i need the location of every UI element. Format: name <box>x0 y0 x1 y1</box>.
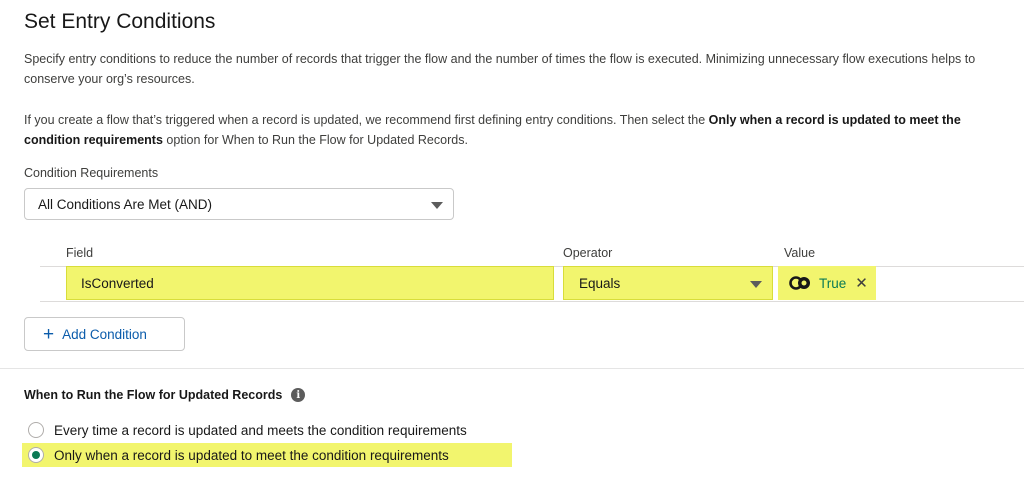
operator-select[interactable]: Equals <box>563 266 773 300</box>
info-icon[interactable]: i <box>291 388 306 402</box>
radio-button[interactable] <box>28 422 44 438</box>
close-icon[interactable]: ✕ <box>855 274 868 292</box>
recommendation-paragraph: If you create a flow that’s triggered wh… <box>24 110 1009 150</box>
condition-requirements-select[interactable]: All Conditions Are Met (AND) <box>24 188 454 220</box>
value-text: True <box>819 275 847 291</box>
when-to-run-label: When to Run the Flow for Updated Records <box>24 388 283 402</box>
operator-column-header: Operator <box>563 246 613 260</box>
field-column-header: Field <box>66 246 94 260</box>
field-input[interactable]: IsConverted <box>66 266 554 300</box>
radio-button-selected[interactable] <box>28 447 44 463</box>
radio-option-label: Every time a record is updated and meets… <box>54 422 467 438</box>
field-value: IsConverted <box>81 275 154 291</box>
operator-value: Equals <box>579 275 621 291</box>
chevron-down-icon <box>750 281 762 288</box>
divider <box>0 368 1024 369</box>
description-paragraph: Specify entry conditions to reduce the n… <box>24 52 976 86</box>
radio-option-label: Only when a record is updated to meet th… <box>54 447 449 463</box>
condition-requirements-value: All Conditions Are Met (AND) <box>38 196 213 212</box>
chevron-down-icon <box>431 202 443 209</box>
radio-dot-icon <box>32 451 40 459</box>
value-pill[interactable]: True ✕ <box>778 266 876 300</box>
condition-requirements-label: Condition Requirements <box>24 166 159 180</box>
plus-icon: + <box>43 323 55 345</box>
radio-option-every-time[interactable]: Every time a record is updated and meets… <box>24 419 467 441</box>
add-condition-button[interactable]: + Add Condition <box>24 317 185 351</box>
recommendation-text-end: option for When to Run the Flow for Upda… <box>162 133 468 147</box>
when-to-run-section-label: When to Run the Flow for Updated Records… <box>24 388 306 402</box>
add-condition-label: Add Condition <box>62 326 147 342</box>
value-column-header: Value <box>784 246 816 260</box>
page-title: Set Entry Conditions <box>24 10 216 33</box>
radio-option-only-when[interactable]: Only when a record is updated to meet th… <box>24 444 449 466</box>
toggle-boolean-icon <box>789 276 810 290</box>
recommendation-text-start: If you create a flow that’s triggered wh… <box>24 113 709 127</box>
